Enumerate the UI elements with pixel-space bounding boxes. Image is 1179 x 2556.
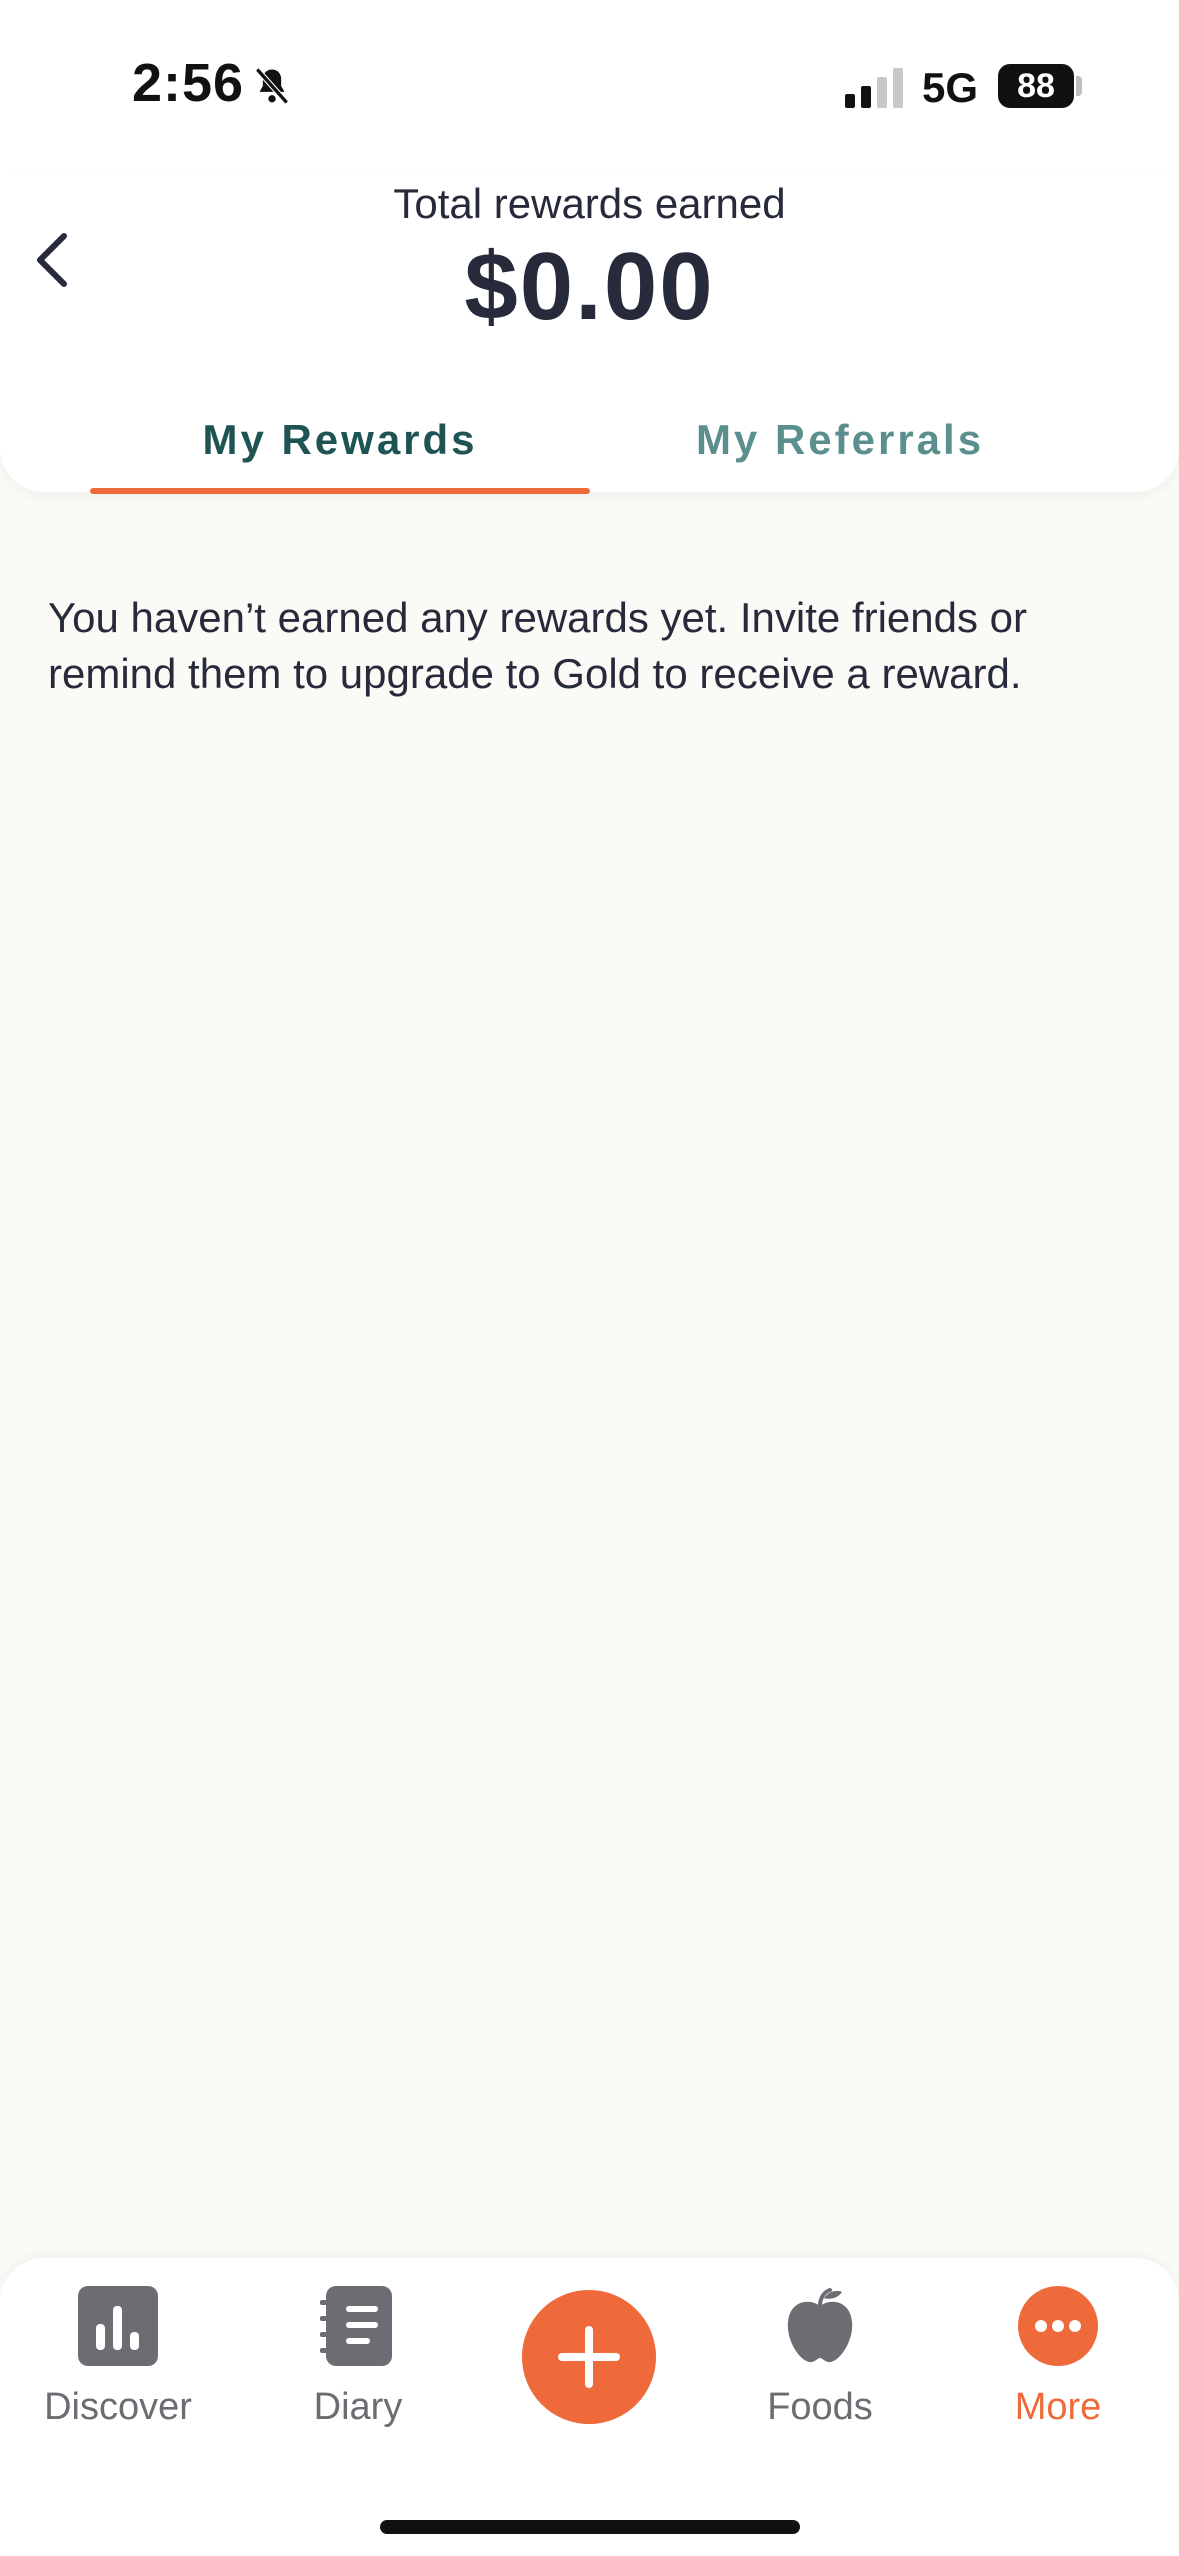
tab-my-rewards[interactable]: My Rewards bbox=[90, 416, 590, 464]
total-rewards-amount: $0.00 bbox=[464, 233, 715, 340]
nav-discover[interactable]: Discover bbox=[18, 2286, 218, 2429]
nav-more-label: More bbox=[1014, 2386, 1102, 2428]
battery-indicator: 88 bbox=[998, 64, 1074, 108]
notebook-icon bbox=[320, 2286, 392, 2366]
active-tab-indicator bbox=[90, 488, 590, 494]
apple-icon bbox=[787, 2288, 853, 2363]
status-bar: 2:56 5G 88 bbox=[0, 0, 1179, 170]
nav-discover-label: Discover bbox=[44, 2386, 192, 2428]
tab-my-referrals[interactable]: My Referrals bbox=[590, 416, 1090, 464]
home-indicator bbox=[380, 2520, 800, 2534]
more-dots-icon bbox=[1018, 2286, 1098, 2366]
nav-more[interactable]: More bbox=[958, 2286, 1158, 2429]
bar-chart-icon bbox=[78, 2286, 158, 2366]
network-label: 5G bbox=[922, 64, 979, 111]
signal-icon bbox=[845, 68, 903, 108]
rewards-header: Total rewards earned $0.00 My Rewards My… bbox=[0, 170, 1179, 494]
status-time: 2:56 bbox=[132, 53, 245, 113]
nav-foods[interactable]: Foods bbox=[720, 2286, 920, 2429]
battery-cap bbox=[1076, 76, 1082, 96]
bell-muted-icon bbox=[255, 67, 289, 105]
nav-diary-label: Diary bbox=[313, 2386, 403, 2428]
bottom-nav: Discover Diary Foods More bbox=[0, 2258, 1179, 2556]
add-entry-button[interactable] bbox=[522, 2290, 656, 2424]
empty-rewards-message: You haven’t earned any rewards yet. Invi… bbox=[48, 594, 1028, 697]
total-rewards-label: Total rewards earned bbox=[393, 180, 786, 227]
nav-foods-label: Foods bbox=[767, 2386, 873, 2428]
nav-diary[interactable]: Diary bbox=[258, 2286, 458, 2429]
